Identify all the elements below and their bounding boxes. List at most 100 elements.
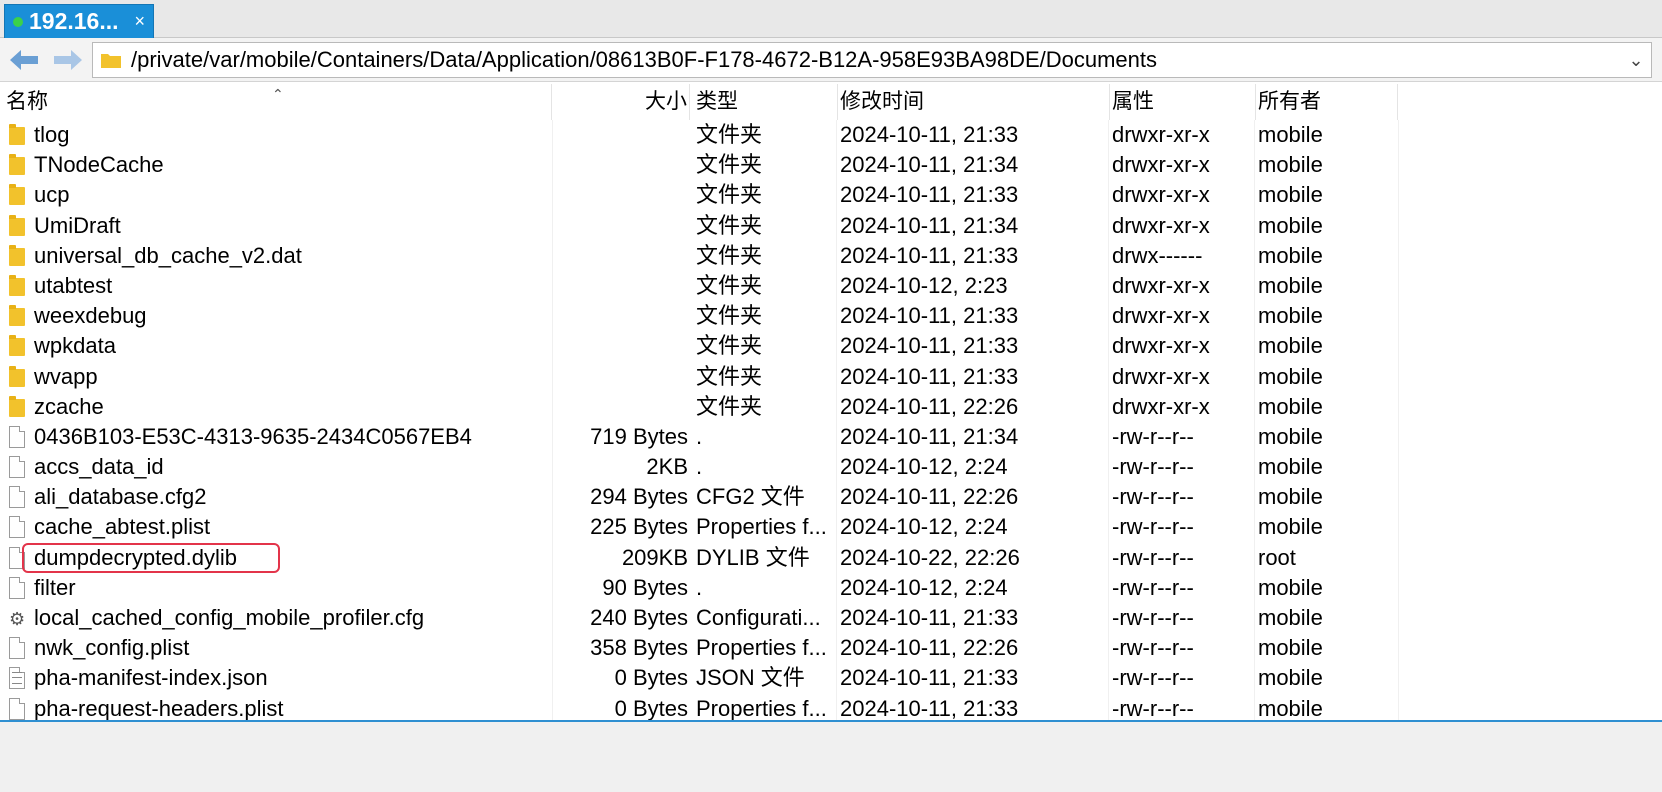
file-icon [9,486,25,509]
file-attributes: drwxr-xr-x [1112,393,1210,419]
file-attributes: -rw-r--r-- [1112,454,1194,480]
forward-button[interactable] [50,45,86,75]
file-modified: 2024-10-12, 2:24 [840,514,1008,540]
file-owner: mobile [1258,333,1323,359]
file-row[interactable]: utabtest 文件夹 2024-10-12, 2:23 drwxr-xr-x mob… [0,271,1662,301]
close-tab-icon[interactable]: × [134,11,145,32]
file-size: 294 Bytes [590,484,688,510]
column-header-modified[interactable]: 修改时间 [840,84,1110,120]
file-type: . [696,454,703,480]
file-icon [9,516,25,539]
file-attributes: drwxr-xr-x [1112,182,1210,208]
file-name: pha-manifest-index.json [34,665,268,691]
file-name: pha-request-headers.plist [34,695,284,720]
connection-tab[interactable]: 192.16... × [4,4,154,38]
file-owner: mobile [1258,182,1323,208]
file-type: 文件夹 [696,122,763,147]
file-type: 文件夹 [696,333,763,359]
folder-icon [9,124,25,145]
column-header-row: 名称 大小 类型 修改时间 属性 所有者 [0,84,1662,120]
file-modified: 2024-10-11, 21:34 [840,423,1019,449]
file-row[interactable]: UmiDraft 文件夹 2024-10-11, 21:34 drwxr-xr-x mo… [0,211,1662,241]
status-bar [0,720,1662,792]
file-type: 文件夹 [696,242,763,268]
folder-icon [9,154,25,176]
file-attributes: drwxr-xr-x [1112,272,1210,298]
folder-icon [9,395,25,417]
folder-icon [9,214,25,236]
folder-icon [9,244,25,266]
file-type: JSON 文件 [696,665,805,691]
file-row[interactable]: TNodeCache 文件夹 2024-10-11, 21:34 drwxr-xr-x… [0,150,1662,180]
file-owner: mobile [1258,454,1323,480]
chevron-down-icon[interactable]: ⌄ [1621,50,1651,71]
file-attributes: -rw-r--r-- [1112,605,1194,630]
file-row[interactable]: ⚙ local_cached_config_mobile_profiler.cfg… [0,603,1662,633]
file-attributes: -rw-r--r-- [1112,514,1194,540]
folder-icon [9,184,25,206]
file-owner: mobile [1258,393,1323,419]
path-input[interactable]: /private/var/mobile/Containers/Data/Appl… [92,42,1652,78]
file-icon [9,637,25,660]
file-owner: mobile [1258,514,1323,540]
file-size: 240 Bytes [590,605,688,630]
toolbar: /private/var/mobile/Containers/Data/Appl… [0,38,1662,82]
column-header-type[interactable]: 类型 [696,84,838,120]
file-row[interactable]: weexdebug 文件夹 2024-10-11, 21:33 drwxr-xr-x m… [0,301,1662,331]
file-modified: 2024-10-12, 2:23 [840,272,1008,298]
file-modified: 2024-10-12, 2:24 [840,454,1008,480]
file-row[interactable]: pha-request-headers.plist 0 Bytes Properti… [0,694,1662,720]
file-name: wvapp [34,363,98,389]
file-owner: mobile [1258,363,1323,389]
file-modified: 2024-10-11, 21:33 [840,333,1019,359]
file-type: . [696,574,703,600]
file-name: wpkdata [34,333,116,359]
file-modified: 2024-10-11, 21:34 [840,152,1019,178]
file-row[interactable]: cache_abtest.plist 225 Bytes Properties f.… [0,512,1662,542]
file-name: weexdebug [34,303,147,329]
file-row[interactable]: pha-manifest-index.json 0 Bytes JSON 文件 202… [0,663,1662,693]
file-row[interactable]: ucp 文件夹 2024-10-11, 21:33 drwxr-xr-x mobile [0,180,1662,210]
column-header-size[interactable]: 大小 [552,84,690,120]
file-row[interactable]: wpkdata 文件夹 2024-10-11, 21:33 drwxr-xr-x mob… [0,331,1662,361]
file-attributes: -rw-r--r-- [1112,484,1194,510]
file-name: TNodeCache [34,152,164,178]
file-attributes: drwx------ [1112,242,1203,268]
file-row[interactable]: zcache 文件夹 2024-10-11, 22:26 drwxr-xr-x mobi… [0,392,1662,422]
file-row[interactable]: tlog 文件夹 2024-10-11, 21:33 drwxr-xr-x mobile [0,120,1662,150]
file-attributes: -rw-r--r-- [1112,665,1194,691]
file-row[interactable]: wvapp 文件夹 2024-10-11, 21:33 drwxr-xr-x mobil… [0,362,1662,392]
file-row[interactable]: filter 90 Bytes. 2024-10-12, 2:24 -rw-r--r-… [0,573,1662,603]
file-row[interactable]: 0436B103-E53C-4313-9635-2434C0567EB4 719 … [0,422,1662,452]
file-modified: 2024-10-11, 21:33 [840,242,1019,268]
file-row[interactable]: nwk_config.plist 358 Bytes Properties f...… [0,633,1662,663]
file-row[interactable]: ali_database.cfg2 294 Bytes CFG2 文件 2024-10… [0,482,1662,512]
file-type: 文件夹 [696,272,763,298]
file-type: 文件夹 [696,212,763,238]
file-size: 358 Bytes [590,635,688,661]
file-attributes: -rw-r--r-- [1112,635,1194,661]
tab-strip: 192.16... × [0,0,1662,38]
file-size: 719 Bytes [590,423,688,449]
file-row[interactable]: accs_data_id 2KB. 2024-10-12, 2:24 -rw-r--r… [0,452,1662,482]
file-type: Properties f... [696,635,827,661]
file-owner: mobile [1258,423,1323,449]
tab-title: 192.16... [29,8,119,34]
file-name: nwk_config.plist [34,635,190,661]
file-modified: 2024-10-11, 21:33 [840,303,1019,329]
file-row[interactable]: universal_db_cache_v2.dat 文件夹 2024-10-11, … [0,241,1662,271]
file-modified: 2024-10-11, 21:33 [840,695,1019,720]
folder-icon [101,52,121,68]
file-modified: 2024-10-11, 21:34 [840,212,1019,238]
text-lines-icon [12,672,22,685]
file-owner: mobile [1258,152,1323,178]
file-size: 0 Bytes [614,695,688,720]
forward-arrow-icon [54,50,82,70]
file-modified: 2024-10-22, 22:26 [840,544,1020,570]
file-type: Configurati... [696,605,821,630]
file-icon [9,425,25,448]
column-header-attributes[interactable]: 属性 [1112,84,1256,120]
file-size: 209KB [621,544,688,570]
back-button[interactable] [6,45,42,75]
column-header-owner[interactable]: 所有者 [1258,84,1398,120]
